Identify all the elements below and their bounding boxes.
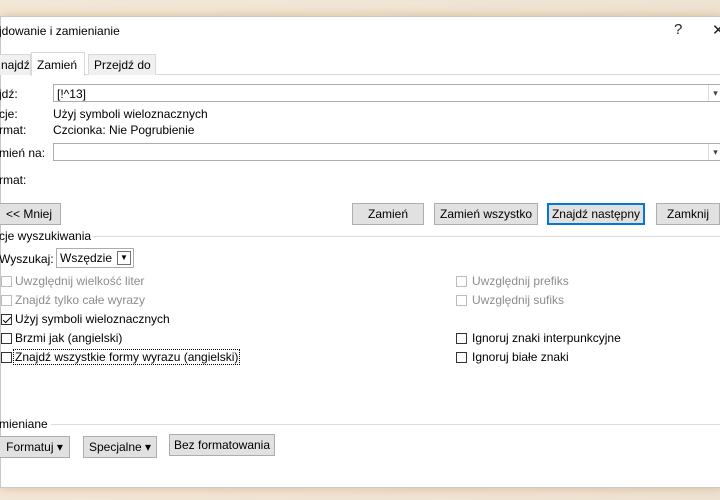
options-value: Użyj symboli wieloznacznych: [53, 107, 208, 121]
no-formatting-button[interactable]: Bez formatowania: [169, 434, 275, 456]
match-case-label: Uwzględnij wielkość liter: [15, 274, 145, 288]
search-options-header: cje wyszukiwania: [0, 229, 92, 243]
search-scope-value: Wszędzie: [60, 251, 113, 265]
ignore-punctuation-label: Ignoruj znaki interpunkcyjne: [472, 331, 621, 345]
ignore-punctuation-checkbox[interactable]: [456, 333, 467, 344]
window-title: jdowanie i zamienianie: [0, 24, 120, 38]
replace-all-button[interactable]: Zamień wszystko: [434, 203, 538, 225]
replace-label: mień na:: [0, 146, 46, 160]
replace-button[interactable]: Zamień: [352, 203, 424, 225]
match-suffix-checkbox[interactable]: [456, 295, 467, 306]
find-replace-dialog: jdowanie i zamienianie ? ✕ najdź Zamień …: [0, 16, 720, 488]
replace-input[interactable]: ▾: [53, 143, 720, 161]
tab-goto-label: Przejdź do: [94, 58, 151, 72]
search-label: Wyszukaj:: [0, 252, 54, 266]
tab-strip: najdź Zamień Przejdź do: [0, 52, 720, 76]
all-word-forms-checkbox[interactable]: [1, 352, 12, 363]
find-next-button[interactable]: Znajdź następny: [547, 203, 645, 225]
less-button[interactable]: << Mniej: [0, 203, 61, 225]
whole-words-checkbox[interactable]: [1, 295, 12, 306]
match-suffix-label: Uwzględnij sufiks: [472, 293, 565, 307]
ignore-whitespace-label: Ignoruj białe znaki: [472, 350, 569, 364]
chevron-down-icon[interactable]: ▼: [117, 251, 131, 265]
format-value: Czcionka: Nie Pogrubienie: [53, 123, 195, 137]
match-prefix-checkbox[interactable]: [456, 276, 467, 287]
tab-find-label: najdź: [1, 58, 30, 72]
replace-format-label: rmat:: [0, 173, 27, 187]
format-label: rmat:: [0, 123, 27, 137]
tab-goto[interactable]: Przejdź do: [88, 54, 156, 75]
wildcards-label: Użyj symboli wieloznacznych: [15, 312, 170, 326]
special-button[interactable]: Specjalne ▾: [83, 436, 157, 458]
match-prefix-label: Uwzględnij prefiks: [472, 274, 569, 288]
find-input-value: [!^13]: [57, 87, 86, 101]
wildcards-checkbox[interactable]: [1, 314, 12, 325]
find-label: jdź:: [0, 87, 18, 101]
replacing-header: mieniane: [0, 417, 48, 431]
whole-words-label: Znajdź tylko całe wyrazy: [15, 293, 146, 307]
divider: [51, 424, 720, 425]
options-label: cje:: [0, 107, 18, 121]
tab-replace-label: Zamień: [37, 58, 78, 72]
help-button[interactable]: ?: [674, 21, 682, 38]
chevron-down-icon[interactable]: ▾: [708, 144, 720, 160]
tab-replace[interactable]: Zamień: [31, 52, 85, 76]
ignore-whitespace-checkbox[interactable]: [456, 352, 467, 363]
search-scope-select[interactable]: Wszędzie ▼: [56, 248, 134, 268]
sounds-like-label: Brzmi jak (angielski): [15, 331, 123, 345]
close-icon[interactable]: ✕: [712, 21, 720, 39]
find-input[interactable]: [!^13] ▾: [53, 84, 720, 102]
tab-find[interactable]: najdź: [0, 54, 31, 75]
format-button[interactable]: Formatuj ▾: [0, 436, 70, 458]
match-case-checkbox[interactable]: [1, 276, 12, 287]
sounds-like-checkbox[interactable]: [1, 333, 12, 344]
chevron-down-icon[interactable]: ▾: [708, 85, 720, 101]
divider: [93, 236, 720, 237]
all-word-forms-label: Znajdź wszystkie formy wyrazu (angielski…: [13, 349, 241, 365]
close-button[interactable]: Zamknij: [656, 203, 720, 225]
